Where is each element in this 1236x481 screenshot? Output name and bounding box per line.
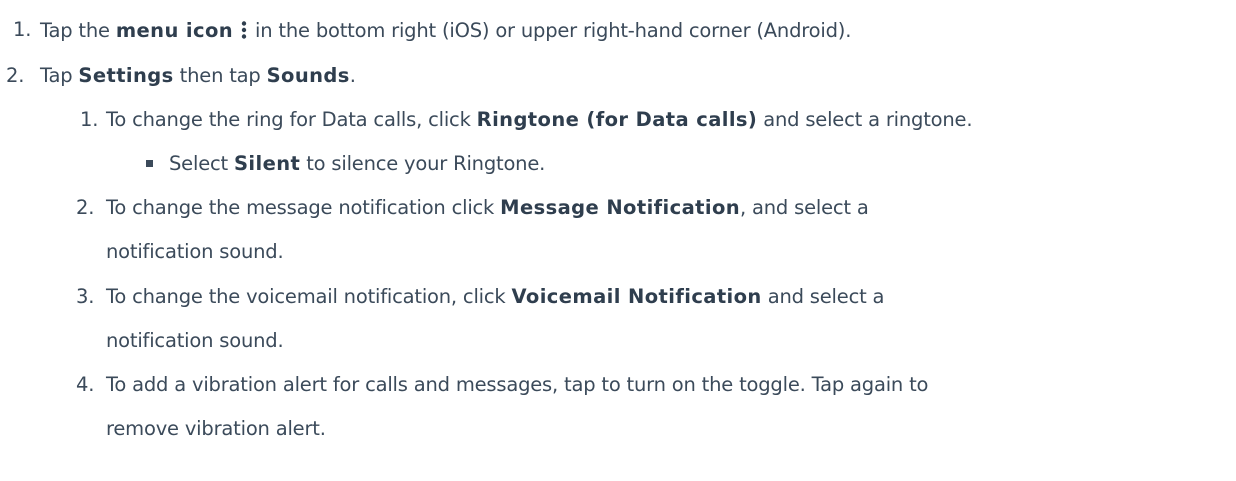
settings-label: Settings: [78, 64, 174, 87]
substep-1-text-b: and select a ringtone.: [757, 108, 973, 131]
step-2-text-c: .: [349, 64, 356, 87]
step-2-text: Tap Settings then tap Sounds.: [40, 66, 356, 86]
step-1-text: Tap the menu icon in the bottom right (iO…: [40, 20, 851, 41]
step-1-text-b: in the bottom right (iOS) or upper right…: [255, 19, 852, 42]
substep-1-number: 1.: [80, 108, 99, 131]
step-1-text-a: Tap the: [40, 19, 116, 42]
substep-4-line-1: To add a vibration alert for calls and m…: [106, 373, 929, 396]
substep-4-line-2: remove vibration alert.: [106, 417, 326, 440]
substep-4-number: 4.: [76, 373, 95, 396]
substep-3-text-b: and select a: [761, 285, 885, 308]
bullet-text-b: to silence your Ringtone.: [300, 152, 546, 175]
substep-2-line-1: To change the message notification click…: [106, 198, 869, 218]
step-2-text-b: then tap: [173, 64, 267, 87]
vertical-ellipsis-icon: [241, 21, 247, 39]
sounds-label: Sounds: [266, 64, 350, 87]
substep-3-text-a: To change the voicemail notification, cl…: [106, 285, 512, 308]
bullet-marker: [146, 160, 153, 167]
voicemail-notification-label: Voicemail Notification: [511, 285, 762, 308]
substep-1-text-a: To change the ring for Data calls, click: [106, 108, 477, 131]
step-1-number: 1.: [13, 18, 32, 41]
silent-label: Silent: [233, 152, 301, 175]
substep-2-text-b: , and select a: [740, 196, 869, 219]
bullet-text: Select Silent to silence your Ringtone.: [169, 154, 545, 174]
bullet-text-a: Select: [169, 152, 234, 175]
substep-2-text-a: To change the message notification click: [106, 196, 501, 219]
substep-3-line-1: To change the voicemail notification, cl…: [106, 287, 884, 307]
message-notification-label: Message Notification: [500, 196, 741, 219]
ringtone-label: Ringtone (for Data calls): [476, 108, 758, 131]
menu-icon-label: menu icon: [115, 19, 234, 42]
substep-1-text: To change the ring for Data calls, click…: [106, 108, 973, 131]
substep-3-number: 3.: [76, 285, 95, 308]
step-2-number: 2.: [6, 64, 25, 87]
substep-3-line-2: notification sound.: [106, 329, 284, 352]
substep-2-number: 2.: [76, 196, 95, 219]
step-2-text-a: Tap: [40, 64, 79, 87]
substep-2-line-2: notification sound.: [106, 240, 284, 263]
